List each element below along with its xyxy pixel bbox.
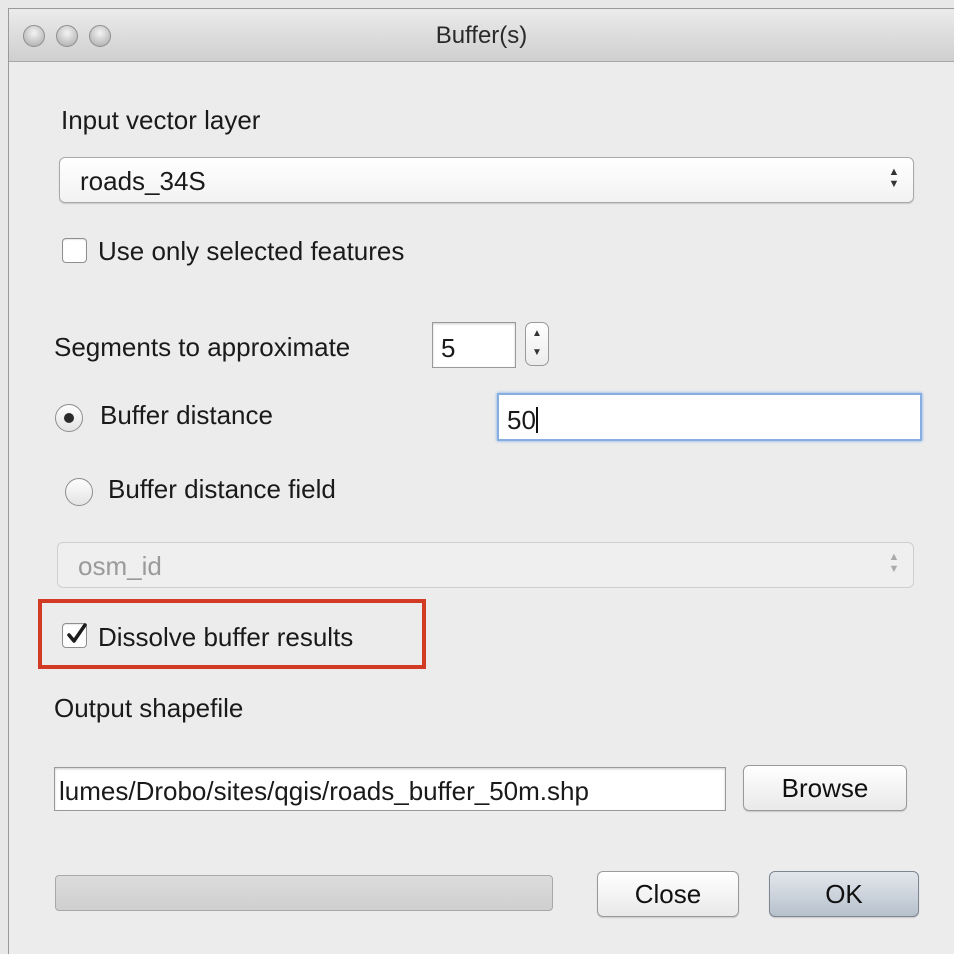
select-arrows-icon: ▲ ▼ [888, 166, 900, 190]
buffer-distance-input[interactable]: 50 [497, 393, 922, 441]
progress-bar [55, 875, 553, 911]
window-title: Buffer(s) [435, 22, 528, 49]
output-label: Output shapefile [54, 693, 244, 723]
use-selected-checkbox[interactable] [62, 238, 87, 263]
buffer-dialog: Buffer(s) Input vector layer roads_34S ▲… [8, 8, 954, 954]
segments-label: Segments to approximate [54, 332, 351, 362]
segments-input[interactable]: 5 [432, 322, 516, 368]
output-path-input[interactable]: lumes/Drobo/sites/qgis/roads_buffer_50m.… [54, 767, 726, 811]
buffer-field-value: osm_id [78, 551, 162, 581]
title-bar: Buffer(s) [9, 9, 954, 62]
segments-stepper[interactable]: ▲ ▼ [525, 322, 549, 366]
close-button[interactable]: Close [597, 871, 739, 917]
dissolve-label: Dissolve buffer results [98, 622, 354, 652]
radio-selected-dot [64, 413, 74, 423]
buffer-distance-radio[interactable] [55, 404, 83, 432]
buffer-distance-value: 50 [507, 405, 536, 435]
ok-button[interactable]: OK [769, 871, 919, 917]
buffer-field-label: Buffer distance field [108, 474, 336, 504]
stepper-up-icon[interactable]: ▲ [526, 328, 548, 339]
use-selected-label: Use only selected features [98, 236, 405, 266]
select-arrows-icon: ▲ ▼ [888, 551, 900, 575]
input-layer-label: Input vector layer [61, 105, 261, 135]
buffer-distance-label: Buffer distance [100, 400, 273, 430]
checkmark-icon [67, 623, 87, 643]
browse-button[interactable]: Browse [743, 765, 907, 811]
dissolve-checkbox[interactable] [62, 623, 87, 648]
buffer-field-radio[interactable] [65, 478, 93, 506]
buffer-field-select[interactable]: osm_id ▲ ▼ [57, 542, 914, 588]
text-cursor [535, 407, 538, 433]
input-layer-select[interactable]: roads_34S ▲ ▼ [59, 157, 914, 203]
stepper-down-icon[interactable]: ▼ [526, 347, 548, 358]
input-layer-value: roads_34S [80, 166, 206, 196]
